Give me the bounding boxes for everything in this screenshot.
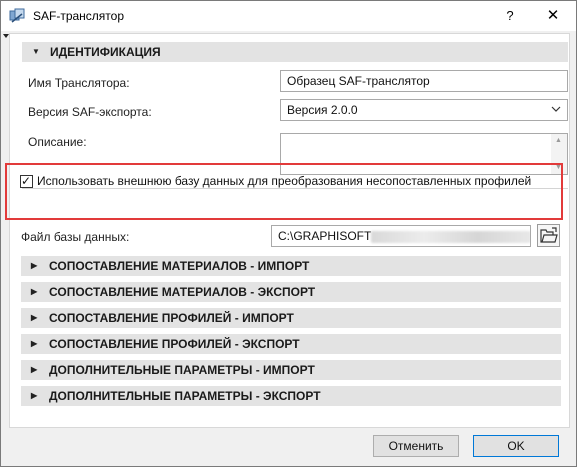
use-external-db-checkbox[interactable]: ✓ bbox=[20, 174, 33, 188]
saf-version-value: Версия 2.0.0 bbox=[287, 103, 358, 117]
section-header-materials-export[interactable]: ▶ СОПОСТАВЛЕНИЕ МАТЕРИАЛОВ - ЭКСПОРТ bbox=[21, 282, 561, 302]
db-file-input[interactable]: C:\GRAPHISOFT bbox=[271, 225, 531, 247]
triangle-right-icon: ▶ bbox=[31, 391, 38, 400]
title-bar: SAF-транслятор ? ✕ bbox=[1, 1, 576, 31]
section-header-label: ИДЕНТИФИКАЦИЯ bbox=[50, 45, 161, 59]
section-header-materials-import[interactable]: ▶ СОПОСТАВЛЕНИЕ МАТЕРИАЛОВ - ИМПОРТ bbox=[21, 256, 561, 276]
section-header-label: ДОПОЛНИТЕЛЬНЫЕ ПАРАМЕТРЫ - ИМПОРТ bbox=[49, 363, 315, 377]
chevron-down-icon bbox=[551, 102, 561, 119]
translator-name-label: Имя Транслятора: bbox=[28, 76, 130, 90]
description-label: Описание: bbox=[28, 135, 87, 149]
triangle-right-icon: ▶ bbox=[31, 287, 38, 296]
db-file-path: C:\GRAPHISOFT bbox=[278, 229, 372, 243]
ok-button[interactable]: OK bbox=[473, 435, 559, 457]
triangle-right-icon: ▶ bbox=[31, 339, 38, 348]
saf-version-dropdown[interactable]: Версия 2.0.0 bbox=[280, 99, 568, 121]
section-header-profiles-import[interactable]: ▶ СОПОСТАВЛЕНИЕ ПРОФИЛЕЙ - ИМПОРТ bbox=[21, 308, 561, 328]
triangle-right-icon: ▶ bbox=[31, 365, 38, 374]
triangle-down-icon: ▼ bbox=[32, 47, 40, 56]
folder-open-icon bbox=[540, 227, 558, 243]
scroll-up-icon[interactable]: ▲ bbox=[555, 137, 562, 144]
section-header-label: ДОПОЛНИТЕЛЬНЫЕ ПАРАМЕТРЫ - ЭКСПОРТ bbox=[49, 389, 321, 403]
browse-file-button[interactable] bbox=[537, 224, 560, 247]
help-button[interactable]: ? bbox=[495, 4, 525, 28]
saf-translator-dialog: SAF-транслятор ? ✕ ▼ ИДЕНТИФИКАЦИЯ Имя Т… bbox=[0, 0, 577, 467]
section-header-label: СОПОСТАВЛЕНИЕ ПРОФИЛЕЙ - ИМПОРТ bbox=[49, 311, 294, 325]
triangle-right-icon: ▶ bbox=[31, 261, 38, 270]
checkmark-icon: ✓ bbox=[21, 174, 32, 188]
highlight-frame bbox=[5, 163, 563, 220]
app-icon bbox=[9, 8, 25, 23]
cancel-button[interactable]: Отменить bbox=[373, 435, 459, 457]
window-title: SAF-транслятор bbox=[33, 9, 125, 23]
section-header-extra-export[interactable]: ▶ ДОПОЛНИТЕЛЬНЫЕ ПАРАМЕТРЫ - ЭКСПОРТ bbox=[21, 386, 561, 406]
section-header-extra-import[interactable]: ▶ ДОПОЛНИТЕЛЬНЫЕ ПАРАМЕТРЫ - ИМПОРТ bbox=[21, 360, 561, 380]
section-header-profiles-export[interactable]: ▶ СОПОСТАВЛЕНИЕ ПРОФИЛЕЙ - ЭКСПОРТ bbox=[21, 334, 561, 354]
close-button[interactable]: ✕ bbox=[538, 4, 568, 28]
section-header-label: СОПОСТАВЛЕНИЕ МАТЕРИАЛОВ - ЭКСПОРТ bbox=[49, 285, 316, 299]
translator-name-input[interactable]: Образец SAF-транслятор bbox=[280, 70, 568, 92]
redacted-path bbox=[371, 230, 530, 243]
triangle-right-icon: ▶ bbox=[31, 313, 38, 322]
section-header-identification[interactable]: ▼ ИДЕНТИФИКАЦИЯ bbox=[22, 42, 568, 62]
use-external-db-label: Использовать внешнюю базу данных для пре… bbox=[37, 174, 532, 188]
saf-version-label: Версия SAF-экспорта: bbox=[28, 105, 152, 119]
section-header-label: СОПОСТАВЛЕНИЕ ПРОФИЛЕЙ - ЭКСПОРТ bbox=[49, 337, 300, 351]
section-header-label: СОПОСТАВЛЕНИЕ МАТЕРИАЛОВ - ИМПОРТ bbox=[49, 259, 310, 273]
db-file-label: Файл базы данных: bbox=[21, 230, 130, 244]
